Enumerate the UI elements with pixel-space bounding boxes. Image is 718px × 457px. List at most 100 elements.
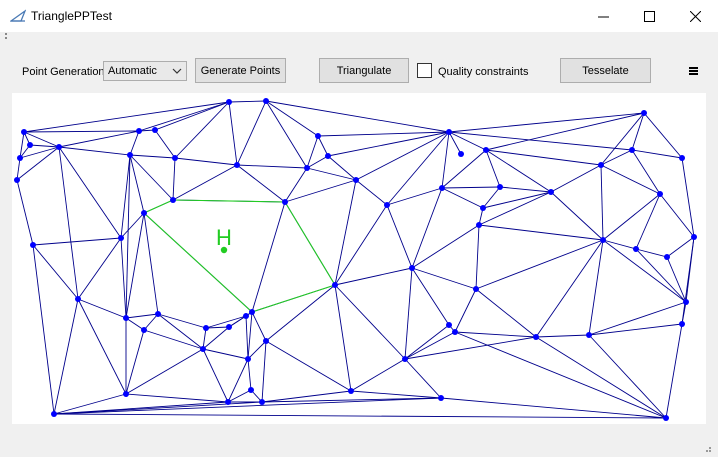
mesh-edge: [404, 324, 450, 360]
mesh-point: [172, 155, 178, 161]
mesh-edge: [441, 149, 487, 189]
mesh-edge: [666, 236, 695, 258]
mesh-edge: [411, 224, 480, 269]
close-icon: [689, 10, 701, 22]
mesh-edge: [588, 301, 687, 336]
mesh-edge: [58, 146, 79, 300]
title-bar: TrianglePPTest: [0, 0, 718, 32]
mesh-edge: [631, 149, 683, 159]
mesh-edge: [236, 100, 267, 166]
mesh-edge: [32, 237, 122, 246]
mesh-edge: [306, 135, 319, 169]
mesh-edge: [478, 191, 552, 226]
maximize-button[interactable]: [626, 0, 672, 32]
mesh-edge: [485, 112, 645, 151]
close-button[interactable]: [672, 0, 718, 32]
mesh-point: [123, 315, 129, 321]
mesh-edge: [588, 334, 667, 419]
generate-points-button[interactable]: Generate Points: [195, 58, 286, 83]
hole-boundary-edge: [143, 199, 174, 214]
mesh-point: [315, 133, 321, 139]
maximize-icon: [643, 10, 655, 22]
mesh-edge: [265, 100, 308, 169]
mesh-edge: [411, 267, 450, 326]
mesh-edge: [125, 317, 145, 331]
mesh-point: [245, 356, 251, 362]
mesh-edge: [174, 157, 238, 166]
mesh-edge: [317, 135, 329, 157]
mesh-edge: [23, 101, 230, 133]
mesh-point: [21, 129, 27, 135]
mesh-edge: [129, 130, 140, 156]
mesh-edge: [265, 340, 352, 392]
toolbar-grip-handle[interactable]: [5, 33, 8, 43]
mesh-point: [249, 309, 255, 315]
mesh-edge: [411, 267, 477, 290]
mesh-edge: [228, 100, 267, 103]
mesh-point: [664, 254, 670, 260]
mesh-point: [629, 147, 635, 153]
mesh-point: [248, 387, 254, 393]
mesh-point: [123, 391, 129, 397]
mesh-point: [325, 153, 331, 159]
mesh-point: [304, 165, 310, 171]
mesh-point: [586, 332, 592, 338]
hole-point: [220, 246, 228, 254]
mesh-edge: [125, 393, 229, 403]
mesh-edge: [454, 331, 667, 419]
mesh-edge: [600, 164, 604, 241]
triangulate-button[interactable]: Triangulate: [319, 58, 409, 83]
mesh-edge: [482, 191, 552, 209]
mesh-point: [439, 185, 445, 191]
mesh-edge: [58, 146, 131, 156]
mesh-point: [384, 202, 390, 208]
hamburger-menu-icon[interactable]: [689, 67, 698, 75]
quality-constraints-checkbox[interactable]: [417, 63, 432, 78]
mesh-edge: [635, 248, 668, 258]
mesh-edge: [236, 164, 308, 169]
mesh-edge: [23, 130, 140, 133]
mesh-edge: [386, 187, 443, 206]
mesh-edge: [129, 154, 174, 201]
mesh-edge: [355, 131, 450, 181]
mesh-edge: [77, 237, 122, 300]
mesh-edge: [334, 284, 352, 392]
mesh-point: [683, 299, 689, 305]
mesh-edge: [485, 149, 501, 188]
mesh-edge: [441, 187, 484, 209]
mesh-edge: [475, 224, 480, 290]
mesh-point: [452, 329, 458, 335]
mesh-point: [282, 199, 288, 205]
mesh-edge: [16, 179, 34, 246]
mesh-edge: [665, 323, 683, 419]
mesh-edge: [535, 239, 604, 338]
triangulation-mesh: H: [14, 98, 697, 421]
mesh-edge: [440, 397, 667, 419]
mesh-edge: [172, 164, 238, 201]
point-generation-label: Point Generation: [22, 66, 105, 78]
tesselate-button[interactable]: Tesselate: [560, 58, 651, 83]
mesh-edge: [588, 323, 683, 336]
mesh-edge: [143, 329, 204, 350]
mesh-point: [663, 415, 669, 421]
mesh-edge: [143, 212, 159, 315]
quality-constraints-label: Quality constraints: [438, 66, 529, 78]
mesh-point: [657, 191, 663, 197]
mesh-point: [170, 197, 176, 203]
mesh-edge: [478, 224, 604, 241]
mesh-point: [27, 142, 33, 148]
drawing-canvas[interactable]: H: [12, 93, 706, 424]
hole-boundary-edge: [172, 199, 286, 203]
mesh-edge: [58, 130, 140, 148]
mesh-edge: [588, 239, 604, 336]
point-generation-select[interactable]: Automatic: [103, 61, 187, 81]
mesh-point: [200, 346, 206, 352]
chevron-down-icon: [172, 68, 182, 74]
mesh-edge: [317, 131, 450, 137]
mesh-edge: [32, 244, 79, 300]
mesh-edge: [53, 298, 79, 415]
mesh-edge: [53, 413, 667, 419]
resize-grip-icon[interactable]: [702, 443, 712, 453]
mesh-edge: [265, 284, 336, 342]
minimize-button[interactable]: [580, 0, 626, 32]
